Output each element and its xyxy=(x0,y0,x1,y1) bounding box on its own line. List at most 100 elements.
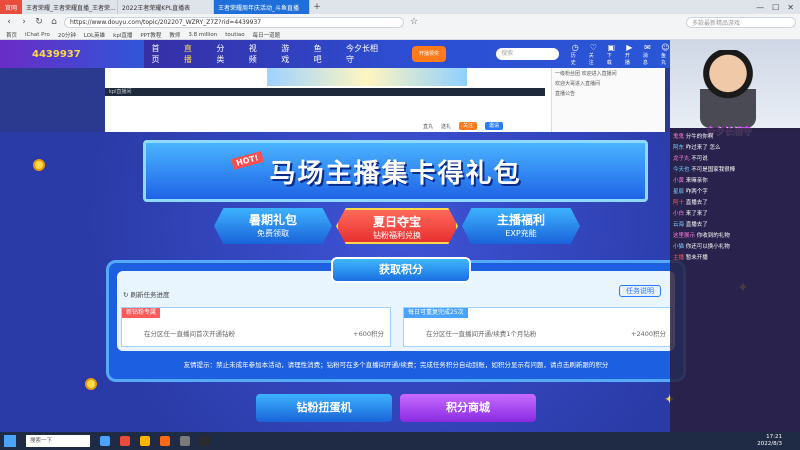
invite-button[interactable]: 邀请 xyxy=(485,122,504,130)
download-button[interactable]: ▣ 下载 xyxy=(607,43,616,66)
bookmark-item[interactable]: toutiao xyxy=(225,32,244,38)
browser-tab[interactable]: 王者荣耀_王者荣耀直播_王者荣... xyxy=(22,0,118,14)
bookmark-item[interactable]: 20分钟 xyxy=(58,31,76,39)
taskbar-search-input[interactable]: 搜索一下 xyxy=(26,435,90,447)
chat-message: 云海 直播去了 xyxy=(673,222,708,228)
steam-icon[interactable] xyxy=(200,436,210,446)
nav-item-category[interactable]: 分类 xyxy=(216,43,230,65)
tab-summer-treasure[interactable]: 夏日夺宝 钻粉福利兑换 xyxy=(336,208,458,244)
site-header: 4439937 首页 直播 分类 视频 游戏 鱼吧 今夕长相守 开播领奖 搜索 … xyxy=(0,40,670,68)
video-frame[interactable] xyxy=(267,68,467,86)
folder-icon[interactable] xyxy=(140,436,150,446)
back-icon[interactable]: ‹ xyxy=(4,17,14,27)
chat-message: 主播 暂未开播 xyxy=(673,255,708,261)
site-logo[interactable]: 4439937 xyxy=(0,40,144,68)
new-tab-button[interactable]: + xyxy=(310,2,324,12)
stream-chat: 鬼鬼 分牛的你啊 阿东 咋过来了 怎么 龙子丸 不可说 今天也 不可是国家我很棒… xyxy=(670,128,800,432)
heart-icon: ♡ xyxy=(589,42,597,52)
bookmark-item[interactable]: LOL英雄 xyxy=(84,31,105,39)
chat-line: 直播公告 xyxy=(555,91,576,97)
bookmark-item[interactable]: iChat Pro xyxy=(25,32,50,38)
chat-message: 小黄 来嘛亲你 xyxy=(673,178,708,184)
browser-logo[interactable]: 官网 xyxy=(0,0,22,14)
reload-icon[interactable]: ↻ xyxy=(34,17,44,27)
task-tag: 新钻粉专属 xyxy=(122,308,161,318)
header-icons: ◷ 历史 ♡ 关注 ▣ 下载 ▶ 开播 ✉ 消息 ☺ 鱼丸 xyxy=(571,43,670,66)
chat-message: 小白 来了来了 xyxy=(673,211,708,217)
app-icon[interactable] xyxy=(160,436,170,446)
start-icon[interactable] xyxy=(4,435,16,447)
mail-icon: ✉ xyxy=(644,42,651,52)
home-icon[interactable]: ⌂ xyxy=(49,17,59,27)
tab-streamer-perks[interactable]: 主播福利 EXP充能 xyxy=(462,208,580,244)
live-video-panel: kpl直播间 直丸 送礼 关注 邀请 一级粉丝团 欢迎进入直播间 欢迎大哥进入直… xyxy=(105,68,665,132)
tab-summer-pack[interactable]: 暑期礼包 免费领取 xyxy=(214,208,332,244)
browser-tab-bar: 官网 王者荣耀_王者荣耀直播_王者荣... 2022王者荣耀KPL直播表 王者荣… xyxy=(0,0,800,14)
nav-item-fishbar[interactable]: 鱼吧 xyxy=(314,43,328,65)
follow-button[interactable]: ♡ 关注 xyxy=(589,43,598,66)
fishball-count[interactable]: 直丸 xyxy=(423,123,433,130)
window-controls: — ☐ ✕ xyxy=(756,3,800,12)
start-stream-promo-button[interactable]: 开播领奖 xyxy=(412,46,447,62)
video-control-bar[interactable]: kpl直播间 xyxy=(105,88,545,96)
task-rules-button[interactable]: 任务说明 xyxy=(619,285,661,297)
chat-message: 今天也 不可是国家我很棒 xyxy=(673,167,736,173)
notice-text: 友情提示：禁止未成年参加本活动，请理性消费；钻粉可在多个直播间开通/续费；完成任… xyxy=(183,361,609,369)
download-icon: ▣ xyxy=(607,42,616,52)
bookmark-item[interactable]: 3.8 million xyxy=(188,32,217,38)
tab-label: 王者荣耀_王者荣耀直播_王者荣... xyxy=(26,4,116,12)
chat-message: 小猫 你还可以换小礼物 xyxy=(673,244,730,250)
chat-message: 这里展示 你收到的礼物 xyxy=(673,233,730,239)
forward-icon[interactable]: › xyxy=(19,17,29,27)
nav-item-channel[interactable]: 今夕长相守 xyxy=(346,43,382,65)
follow-button[interactable]: 关注 xyxy=(459,122,478,130)
nav-item-video[interactable]: 视频 xyxy=(249,43,263,65)
app-icon[interactable] xyxy=(180,436,190,446)
bookmark-item[interactable]: 教师 xyxy=(169,31,180,39)
browser-tab-active[interactable]: 王者荣耀周年庆活动_斗鱼直播 xyxy=(214,0,310,14)
nav-item-live[interactable]: 直播 xyxy=(184,43,198,65)
gacha-button[interactable]: 钻粉扭蛋机 xyxy=(256,394,392,422)
minimize-icon[interactable]: — xyxy=(756,3,764,12)
url-input[interactable]: https://www.douyu.com/topic/202207_WZRY_… xyxy=(64,16,404,28)
bottom-buttons: 钻粉扭蛋机 积分商城 xyxy=(256,394,536,422)
maximize-icon[interactable]: ☐ xyxy=(772,3,779,12)
gift-count[interactable]: 送礼 xyxy=(441,123,451,130)
nav-item-game[interactable]: 游戏 xyxy=(281,43,295,65)
task-desc: 在分区任一直播间首次开通钻粉 xyxy=(144,330,235,338)
chat-message: 阿十 直播去了 xyxy=(673,200,708,206)
webcam-overlay: 今夕长相守 xyxy=(670,40,800,137)
system-clock[interactable]: 17:21 2022/8/3 xyxy=(757,434,800,448)
task-desc: 在分区任一直播间开通/续费1个月钻粉 xyxy=(426,330,537,338)
bookmarks-bar: 首页 iChat Pro 20分钟 LOL英雄 kpl直播 PPT教程 教师 3… xyxy=(0,30,800,40)
messages-button[interactable]: ✉ 消息 xyxy=(643,43,652,66)
history-icon: ◷ xyxy=(571,42,579,52)
task-tag: 每日可重复完成25次 xyxy=(404,308,468,318)
chat-line: 一级粉丝团 欢迎进入直播间 xyxy=(555,71,617,77)
browser-search-input[interactable]: 多款最新精品游戏 xyxy=(686,16,796,28)
browser-tab[interactable]: 2022王者荣耀KPL直播表 xyxy=(118,0,214,14)
browser-app-icon[interactable] xyxy=(120,436,130,446)
go-live-button[interactable]: ▶ 开播 xyxy=(625,43,634,66)
chat-message: 星辰 咋两个字 xyxy=(673,189,708,195)
tab-label: 王者荣耀周年庆活动_斗鱼直播 xyxy=(218,4,300,12)
task-card: 新钻粉专属 在分区任一直播间首次开通钻粉 +600积分 xyxy=(121,307,391,347)
site-search-input[interactable]: 搜索 xyxy=(496,48,559,60)
points-panel: ↻ 刷新任务进度 任务说明 新钻粉专属 在分区任一直播间首次开通钻粉 +600积… xyxy=(106,257,686,382)
fishball-button[interactable]: ☺ 鱼丸 xyxy=(661,43,670,66)
nav-item-home[interactable]: 首页 xyxy=(152,43,166,65)
points-shop-button[interactable]: 积分商城 xyxy=(400,394,536,422)
bookmark-item[interactable]: PPT教程 xyxy=(140,31,161,39)
star-icon[interactable]: ☆ xyxy=(409,17,419,27)
os-taskbar: 搜索一下 17:21 2022/8/3 xyxy=(0,432,800,450)
task-points: +2400积分 xyxy=(631,330,666,338)
bookmark-item[interactable]: 首页 xyxy=(6,31,17,39)
close-icon[interactable]: ✕ xyxy=(787,3,794,12)
task-card: 每日可重复完成25次 在分区任一直播间开通/续费1个月钻粉 +2400积分 xyxy=(403,307,673,347)
task-points: +600积分 xyxy=(353,330,384,338)
history-button[interactable]: ◷ 历史 xyxy=(571,43,580,66)
bookmark-item[interactable]: kpl直播 xyxy=(113,31,132,39)
refresh-progress-button[interactable]: ↻ 刷新任务进度 xyxy=(123,289,170,299)
task-view-icon[interactable] xyxy=(100,436,110,446)
bookmark-item[interactable]: 每日一道题 xyxy=(253,31,281,39)
